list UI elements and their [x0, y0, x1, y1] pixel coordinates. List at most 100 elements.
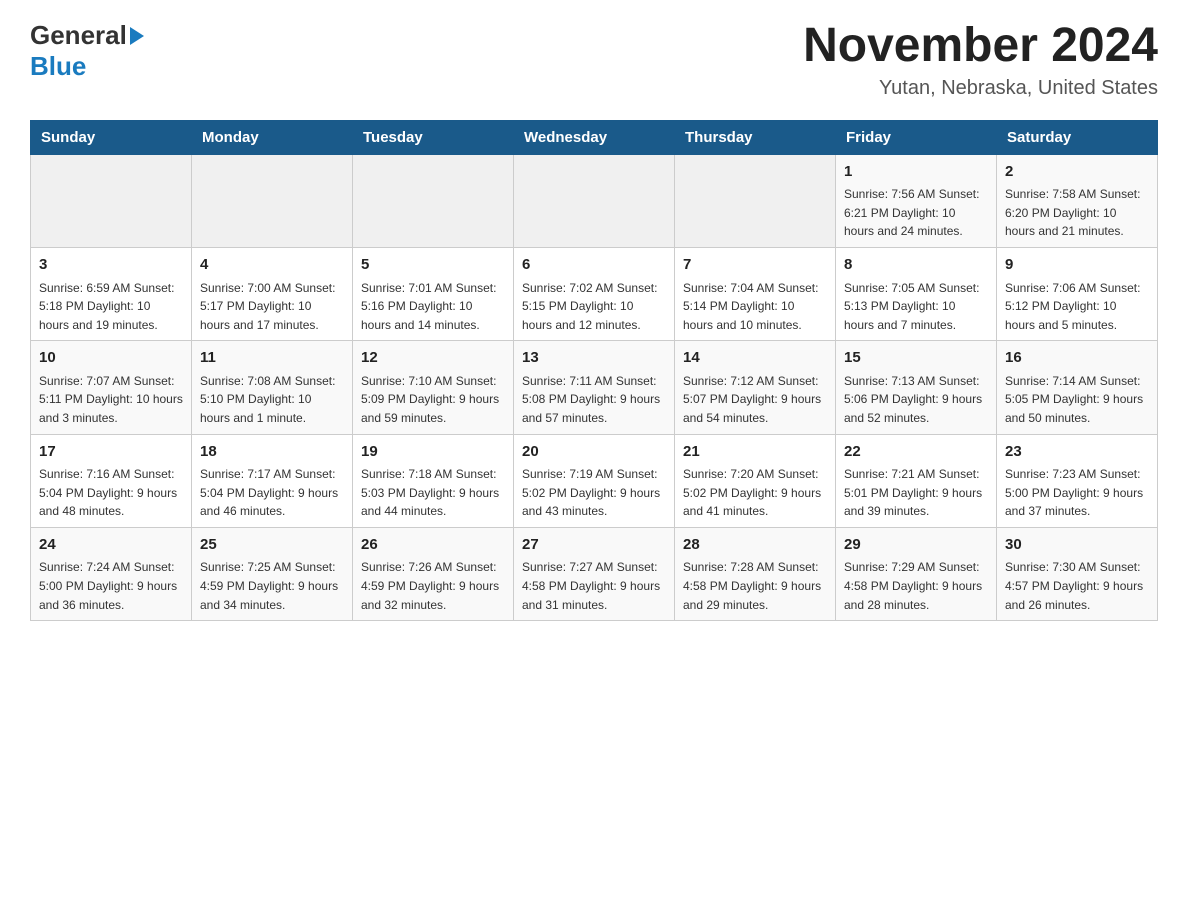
day-number: 18: [200, 441, 344, 464]
calendar-week-row: 24Sunrise: 7:24 AM Sunset: 5:00 PM Dayli…: [31, 527, 1158, 620]
logo-general-text: General: [30, 20, 127, 51]
calendar-week-row: 17Sunrise: 7:16 AM Sunset: 5:04 PM Dayli…: [31, 434, 1158, 527]
calendar-cell: 27Sunrise: 7:27 AM Sunset: 4:58 PM Dayli…: [514, 527, 675, 620]
day-info: Sunrise: 7:28 AM Sunset: 4:58 PM Dayligh…: [683, 558, 827, 614]
calendar-cell: [514, 154, 675, 247]
day-number: 28: [683, 534, 827, 557]
day-info: Sunrise: 7:00 AM Sunset: 5:17 PM Dayligh…: [200, 279, 344, 335]
day-number: 21: [683, 441, 827, 464]
day-info: Sunrise: 7:19 AM Sunset: 5:02 PM Dayligh…: [522, 465, 666, 521]
day-number: 26: [361, 534, 505, 557]
day-number: 30: [1005, 534, 1149, 557]
day-info: Sunrise: 7:24 AM Sunset: 5:00 PM Dayligh…: [39, 558, 183, 614]
calendar-cell: 16Sunrise: 7:14 AM Sunset: 5:05 PM Dayli…: [997, 341, 1158, 434]
calendar-cell: 10Sunrise: 7:07 AM Sunset: 5:11 PM Dayli…: [31, 341, 192, 434]
day-info: Sunrise: 6:59 AM Sunset: 5:18 PM Dayligh…: [39, 279, 183, 335]
day-number: 24: [39, 534, 183, 557]
weekday-header-wednesday: Wednesday: [514, 120, 675, 154]
day-number: 14: [683, 347, 827, 370]
day-info: Sunrise: 7:23 AM Sunset: 5:00 PM Dayligh…: [1005, 465, 1149, 521]
calendar-cell: 11Sunrise: 7:08 AM Sunset: 5:10 PM Dayli…: [192, 341, 353, 434]
day-info: Sunrise: 7:58 AM Sunset: 6:20 PM Dayligh…: [1005, 185, 1149, 241]
calendar-cell: 15Sunrise: 7:13 AM Sunset: 5:06 PM Dayli…: [836, 341, 997, 434]
calendar-cell: 23Sunrise: 7:23 AM Sunset: 5:00 PM Dayli…: [997, 434, 1158, 527]
day-number: 9: [1005, 254, 1149, 277]
calendar-cell: [31, 154, 192, 247]
calendar-cell: 5Sunrise: 7:01 AM Sunset: 5:16 PM Daylig…: [353, 248, 514, 341]
calendar-cell: 25Sunrise: 7:25 AM Sunset: 4:59 PM Dayli…: [192, 527, 353, 620]
day-info: Sunrise: 7:17 AM Sunset: 5:04 PM Dayligh…: [200, 465, 344, 521]
day-info: Sunrise: 7:11 AM Sunset: 5:08 PM Dayligh…: [522, 372, 666, 428]
day-info: Sunrise: 7:56 AM Sunset: 6:21 PM Dayligh…: [844, 185, 988, 241]
day-number: 6: [522, 254, 666, 277]
day-info: Sunrise: 7:27 AM Sunset: 4:58 PM Dayligh…: [522, 558, 666, 614]
weekday-header-thursday: Thursday: [675, 120, 836, 154]
calendar-cell: 17Sunrise: 7:16 AM Sunset: 5:04 PM Dayli…: [31, 434, 192, 527]
calendar-cell: [192, 154, 353, 247]
day-info: Sunrise: 7:07 AM Sunset: 5:11 PM Dayligh…: [39, 372, 183, 428]
calendar-cell: 1Sunrise: 7:56 AM Sunset: 6:21 PM Daylig…: [836, 154, 997, 247]
day-info: Sunrise: 7:08 AM Sunset: 5:10 PM Dayligh…: [200, 372, 344, 428]
day-number: 8: [844, 254, 988, 277]
calendar-cell: 26Sunrise: 7:26 AM Sunset: 4:59 PM Dayli…: [353, 527, 514, 620]
calendar-week-row: 1Sunrise: 7:56 AM Sunset: 6:21 PM Daylig…: [31, 154, 1158, 247]
day-number: 10: [39, 347, 183, 370]
day-number: 25: [200, 534, 344, 557]
day-info: Sunrise: 7:05 AM Sunset: 5:13 PM Dayligh…: [844, 279, 988, 335]
calendar-cell: 20Sunrise: 7:19 AM Sunset: 5:02 PM Dayli…: [514, 434, 675, 527]
day-info: Sunrise: 7:01 AM Sunset: 5:16 PM Dayligh…: [361, 279, 505, 335]
calendar-cell: 19Sunrise: 7:18 AM Sunset: 5:03 PM Dayli…: [353, 434, 514, 527]
calendar-cell: 7Sunrise: 7:04 AM Sunset: 5:14 PM Daylig…: [675, 248, 836, 341]
day-info: Sunrise: 7:13 AM Sunset: 5:06 PM Dayligh…: [844, 372, 988, 428]
calendar-cell: 28Sunrise: 7:28 AM Sunset: 4:58 PM Dayli…: [675, 527, 836, 620]
calendar-cell: [353, 154, 514, 247]
day-number: 7: [683, 254, 827, 277]
day-info: Sunrise: 7:10 AM Sunset: 5:09 PM Dayligh…: [361, 372, 505, 428]
day-info: Sunrise: 7:06 AM Sunset: 5:12 PM Dayligh…: [1005, 279, 1149, 335]
day-number: 4: [200, 254, 344, 277]
day-number: 11: [200, 347, 344, 370]
day-number: 29: [844, 534, 988, 557]
title-block: November 2024 Yutan, Nebraska, United St…: [803, 20, 1158, 100]
calendar-cell: 30Sunrise: 7:30 AM Sunset: 4:57 PM Dayli…: [997, 527, 1158, 620]
calendar-week-row: 3Sunrise: 6:59 AM Sunset: 5:18 PM Daylig…: [31, 248, 1158, 341]
day-number: 27: [522, 534, 666, 557]
day-number: 23: [1005, 441, 1149, 464]
day-info: Sunrise: 7:02 AM Sunset: 5:15 PM Dayligh…: [522, 279, 666, 335]
calendar-cell: 18Sunrise: 7:17 AM Sunset: 5:04 PM Dayli…: [192, 434, 353, 527]
calendar-cell: 9Sunrise: 7:06 AM Sunset: 5:12 PM Daylig…: [997, 248, 1158, 341]
day-number: 20: [522, 441, 666, 464]
day-info: Sunrise: 7:21 AM Sunset: 5:01 PM Dayligh…: [844, 465, 988, 521]
calendar-cell: 4Sunrise: 7:00 AM Sunset: 5:17 PM Daylig…: [192, 248, 353, 341]
weekday-header-saturday: Saturday: [997, 120, 1158, 154]
day-number: 17: [39, 441, 183, 464]
calendar-cell: 14Sunrise: 7:12 AM Sunset: 5:07 PM Dayli…: [675, 341, 836, 434]
day-info: Sunrise: 7:04 AM Sunset: 5:14 PM Dayligh…: [683, 279, 827, 335]
calendar-week-row: 10Sunrise: 7:07 AM Sunset: 5:11 PM Dayli…: [31, 341, 1158, 434]
logo-blue-text: Blue: [30, 51, 86, 82]
calendar-cell: 8Sunrise: 7:05 AM Sunset: 5:13 PM Daylig…: [836, 248, 997, 341]
calendar-cell: 12Sunrise: 7:10 AM Sunset: 5:09 PM Dayli…: [353, 341, 514, 434]
day-info: Sunrise: 7:26 AM Sunset: 4:59 PM Dayligh…: [361, 558, 505, 614]
day-number: 2: [1005, 161, 1149, 184]
day-number: 15: [844, 347, 988, 370]
day-number: 12: [361, 347, 505, 370]
calendar-cell: 22Sunrise: 7:21 AM Sunset: 5:01 PM Dayli…: [836, 434, 997, 527]
day-number: 5: [361, 254, 505, 277]
calendar-cell: [675, 154, 836, 247]
day-number: 3: [39, 254, 183, 277]
day-info: Sunrise: 7:29 AM Sunset: 4:58 PM Dayligh…: [844, 558, 988, 614]
day-number: 19: [361, 441, 505, 464]
page-header: General Blue November 2024 Yutan, Nebras…: [30, 20, 1158, 100]
calendar-cell: 2Sunrise: 7:58 AM Sunset: 6:20 PM Daylig…: [997, 154, 1158, 247]
weekday-header-monday: Monday: [192, 120, 353, 154]
logo-triangle-icon: [130, 27, 144, 45]
calendar-cell: 3Sunrise: 6:59 AM Sunset: 5:18 PM Daylig…: [31, 248, 192, 341]
month-title: November 2024: [803, 20, 1158, 73]
day-info: Sunrise: 7:16 AM Sunset: 5:04 PM Dayligh…: [39, 465, 183, 521]
calendar-header-row: SundayMondayTuesdayWednesdayThursdayFrid…: [31, 120, 1158, 154]
day-info: Sunrise: 7:30 AM Sunset: 4:57 PM Dayligh…: [1005, 558, 1149, 614]
day-number: 13: [522, 347, 666, 370]
logo: General Blue: [30, 20, 144, 82]
weekday-header-friday: Friday: [836, 120, 997, 154]
